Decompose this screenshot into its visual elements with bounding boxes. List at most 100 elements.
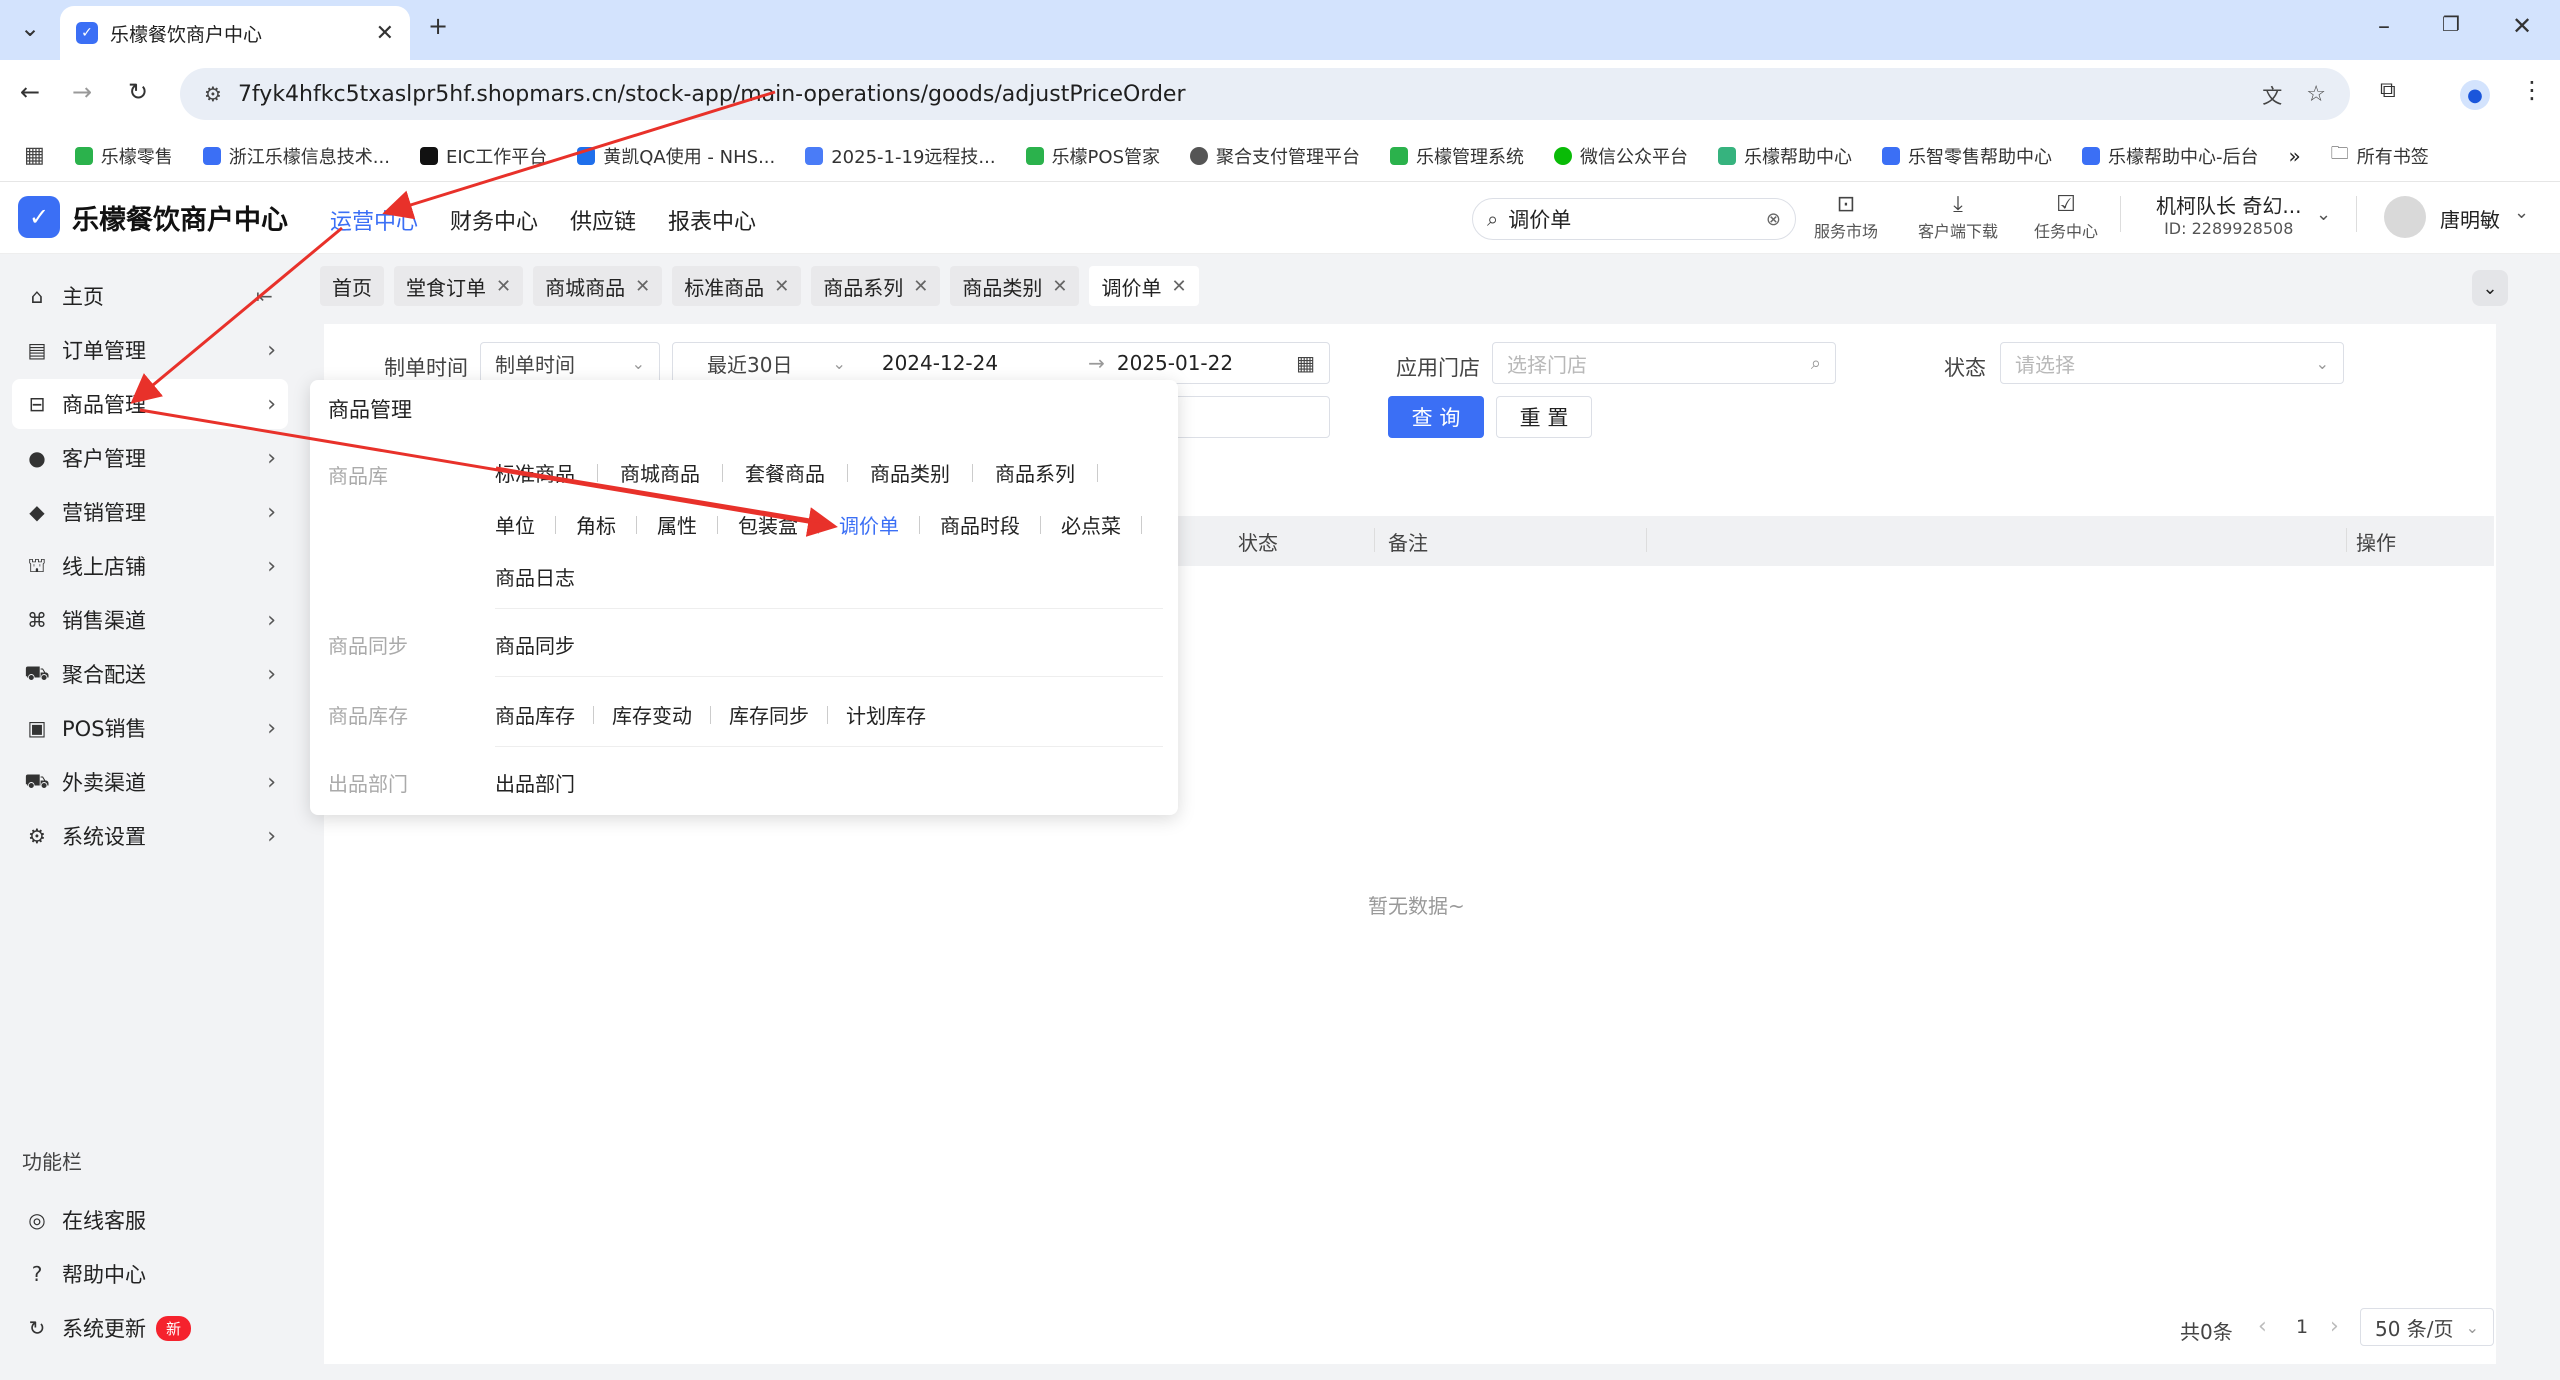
user-chevron-icon[interactable]: ⌄ — [2514, 202, 2529, 223]
status-select[interactable]: 请选择 ⌄ — [2000, 342, 2344, 384]
account-switcher[interactable]: 机柯队长 奇幻... ID: 2289928508 — [2156, 190, 2301, 238]
page-tag-active[interactable]: 调价单 ✕ — [1089, 266, 1199, 306]
sidebar-item-settings[interactable]: ⚙ 系统设置 › — [12, 811, 288, 861]
topnav-supply-chain[interactable]: 供应链 — [570, 204, 636, 236]
submenu-link[interactable]: 套餐商品 — [745, 458, 825, 487]
submenu-link[interactable]: 库存同步 — [729, 700, 809, 729]
bookmark-item[interactable]: 乐檬管理系统 — [1390, 143, 1524, 169]
menu-search-input[interactable]: ⌕ 调价单 ⊗ — [1472, 198, 1796, 240]
client-download-button[interactable]: ⤓ 客户端下载 — [1918, 192, 1998, 242]
start-date[interactable]: 2024-12-24 — [882, 351, 998, 375]
submenu-link[interactable]: 角标 — [576, 510, 616, 539]
sidebar-item-delivery[interactable]: ⛟ 聚合配送 › — [12, 649, 288, 699]
page-tag[interactable]: 商品类别 ✕ — [950, 266, 1080, 306]
tags-collapse-chevron-icon[interactable]: ⌄ — [2472, 270, 2508, 306]
restore-icon[interactable]: ❐ — [2442, 12, 2460, 36]
topnav-finance[interactable]: 财务中心 — [450, 204, 538, 236]
submenu-link[interactable]: 商品同步 — [495, 630, 575, 659]
sidebar-item-pos[interactable]: ▣ POS销售 › — [12, 703, 288, 753]
submenu-link[interactable]: 商品类别 — [870, 458, 950, 487]
submenu-link[interactable]: 商城商品 — [620, 458, 700, 487]
close-icon[interactable]: ✕ — [774, 276, 789, 297]
sidebar-item-online-store[interactable]: ⛫ 线上店铺 › — [12, 541, 288, 591]
query-button[interactable]: 查 询 — [1388, 396, 1484, 438]
submenu-link[interactable]: 商品日志 — [495, 562, 575, 591]
user-name[interactable]: 唐明敏 — [2440, 204, 2500, 233]
submenu-link-adjust-price-order[interactable]: 调价单 — [839, 510, 899, 539]
all-bookmarks[interactable]: 🗀 所有书签 — [2331, 141, 2429, 171]
close-icon[interactable]: ✕ — [496, 276, 511, 297]
bookmark-item[interactable]: 乐檬帮助中心-后台 — [2082, 143, 2259, 169]
profile-icon[interactable]: ● — [2460, 80, 2490, 110]
sidebar-item-marketing[interactable]: ◆ 营销管理 › — [12, 487, 288, 537]
submenu-link[interactable]: 属性 — [657, 510, 697, 539]
window-close-icon[interactable]: ✕ — [2512, 12, 2532, 40]
new-tab-icon[interactable]: + — [428, 12, 448, 40]
apps-grid-icon[interactable]: ▦ — [24, 143, 45, 168]
sidebar-item-home[interactable]: ⌂ 主页 — [12, 271, 288, 321]
sidebar-item-takeout[interactable]: ⛟ 外卖渠道 › — [12, 757, 288, 807]
back-icon[interactable]: ← — [20, 78, 40, 106]
page-tag[interactable]: 商品系列 ✕ — [811, 266, 941, 306]
store-select[interactable]: 选择门店 ⌕ — [1492, 342, 1836, 384]
date-range-preset[interactable]: 最近30日 — [707, 349, 792, 378]
close-icon[interactable]: ✕ — [1171, 276, 1186, 297]
task-center-button[interactable]: ☑ 任务中心 — [2034, 192, 2098, 242]
submenu-link[interactable]: 标准商品 — [495, 458, 575, 487]
service-market-button[interactable]: ⊡ 服务市场 — [1814, 192, 1878, 242]
close-icon[interactable]: ✕ — [635, 276, 650, 297]
submenu-link[interactable]: 出品部门 — [495, 768, 575, 797]
extensions-icon[interactable]: ⧉ — [2380, 78, 2396, 103]
sidebar-item-orders[interactable]: ▤ 订单管理 › — [12, 325, 288, 375]
url-bar[interactable]: ⚙ 7fyk4hfkc5txaslpr5hf.shopmars.cn/stock… — [180, 68, 2350, 120]
topnav-operations[interactable]: 运营中心 — [330, 204, 418, 236]
close-icon[interactable]: ✕ — [913, 276, 928, 297]
bookmark-star-icon[interactable]: ☆ — [2306, 82, 2326, 107]
reset-button[interactable]: 重 置 — [1496, 396, 1592, 438]
sidebar-item-sales-channels[interactable]: ⌘ 销售渠道 › — [12, 595, 288, 645]
bookmark-item[interactable]: 微信公众平台 — [1554, 143, 1688, 169]
page-number[interactable]: 1 — [2296, 1316, 2308, 1338]
sidebar-online-service[interactable]: ◎ 在线客服 — [12, 1195, 288, 1245]
forward-icon[interactable]: → — [72, 78, 92, 106]
user-avatar[interactable] — [2384, 196, 2426, 238]
bookmark-item[interactable]: EIC工作平台 — [419, 143, 547, 169]
bookmark-item[interactable]: 乐檬帮助中心 — [1718, 143, 1852, 169]
sidebar-item-goods[interactable]: ⊟ 商品管理 › — [12, 379, 288, 429]
bookmark-item[interactable]: 黄凯QA使用 - NHS... — [577, 143, 775, 169]
submenu-link[interactable]: 计划库存 — [846, 700, 926, 729]
date-range-picker[interactable]: 最近30日 ⌄ 2024-12-24 → 2025-01-22 ▦ — [672, 342, 1330, 384]
next-page-icon[interactable]: › — [2330, 1314, 2339, 1339]
menu-kebab-icon[interactable]: ⋮ — [2520, 76, 2544, 104]
second-row-field[interactable] — [1160, 396, 1330, 438]
page-tag-home[interactable]: 首页 — [320, 266, 384, 306]
browser-tab[interactable]: ✓ 乐檬餐饮商户中心 ✕ — [60, 6, 410, 60]
submenu-link[interactable]: 商品系列 — [995, 458, 1075, 487]
calendar-icon[interactable]: ▦ — [1296, 351, 1315, 375]
site-info-icon[interactable]: ⚙ — [204, 82, 222, 106]
bookmark-item[interactable]: 2025-1-19远程技... — [805, 143, 996, 169]
app-logo[interactable]: ✓ 乐檬餐饮商户中心 — [18, 194, 288, 240]
submenu-link[interactable]: 库存变动 — [612, 700, 692, 729]
tab-close-icon[interactable]: ✕ — [376, 21, 394, 46]
submenu-link[interactable]: 商品时段 — [940, 510, 1020, 539]
more-bookmarks-icon[interactable]: » — [2289, 144, 2301, 168]
reload-icon[interactable]: ↻ — [128, 78, 148, 106]
submenu-link[interactable]: 商品库存 — [495, 700, 575, 729]
bookmark-item[interactable]: 乐檬零售 — [74, 143, 173, 169]
prev-page-icon[interactable]: ‹ — [2258, 1314, 2267, 1339]
tab-list-icon[interactable]: ⌄ — [20, 14, 40, 42]
date-type-select[interactable]: 制单时间 ⌄ — [480, 342, 660, 384]
end-date[interactable]: 2025-01-22 — [1117, 351, 1233, 375]
submenu-link[interactable]: 包装盒 — [738, 510, 798, 539]
minimize-icon[interactable]: – — [2378, 12, 2390, 40]
submenu-link[interactable]: 单位 — [495, 510, 535, 539]
page-tag[interactable]: 堂食订单 ✕ — [394, 266, 524, 306]
page-tag[interactable]: 商城商品 ✕ — [533, 266, 663, 306]
clear-search-icon[interactable]: ⊗ — [1766, 209, 1781, 230]
sidebar-system-update[interactable]: ↻ 系统更新新 — [12, 1303, 288, 1353]
page-tag[interactable]: 标准商品 ✕ — [672, 266, 802, 306]
submenu-link[interactable]: 必点菜 — [1061, 510, 1121, 539]
bookmark-item[interactable]: 乐檬POS管家 — [1025, 143, 1160, 169]
page-size-select[interactable]: 50 条/页 ⌄ — [2360, 1308, 2494, 1346]
